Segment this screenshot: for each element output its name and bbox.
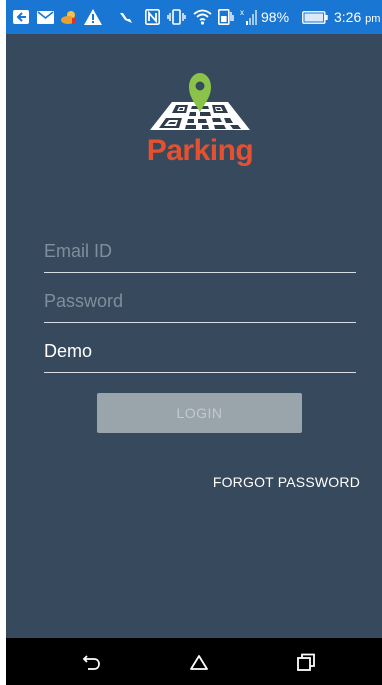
clock-time: 3:26 [334,9,362,25]
demo-field[interactable] [44,336,356,366]
demo-field-container [44,332,356,373]
signal-icon: x [239,8,257,26]
qr-map-pin-icon [150,73,250,130]
weather-icon [60,8,78,26]
hangouts-icon [12,8,30,26]
battery-percent: 98% [261,9,290,25]
login-button[interactable]: LOGIN [97,393,302,433]
clock-suffix: pm [365,13,381,25]
email-field-container [44,232,356,273]
app-screen: x 98% 3:26 pm Parking Email ID Demo LOGI… [6,0,382,685]
password-field-container [44,282,356,323]
navigation-bar [6,638,382,685]
wifi-icon [192,8,212,26]
missed-call-icon [118,8,134,26]
forgot-password-link[interactable]: FORGOT PASSWORD [206,474,360,490]
password-field[interactable] [44,286,356,316]
warning-icon [84,8,102,26]
clock: 3:26 pm [334,9,380,27]
battery-icon [302,8,328,26]
back-icon[interactable] [79,649,105,675]
status-bar: x 98% 3:26 pm [6,0,382,34]
recents-icon[interactable] [293,649,319,675]
data-icon [217,8,235,26]
svg-text:x: x [240,8,244,17]
vibrate-icon [166,8,186,26]
nfc-icon [144,8,160,26]
home-icon[interactable] [186,649,212,675]
email-field[interactable] [44,236,356,266]
mail-icon [36,8,54,26]
logo-text: Parking [146,134,254,167]
parking-logo: Parking [144,68,256,172]
